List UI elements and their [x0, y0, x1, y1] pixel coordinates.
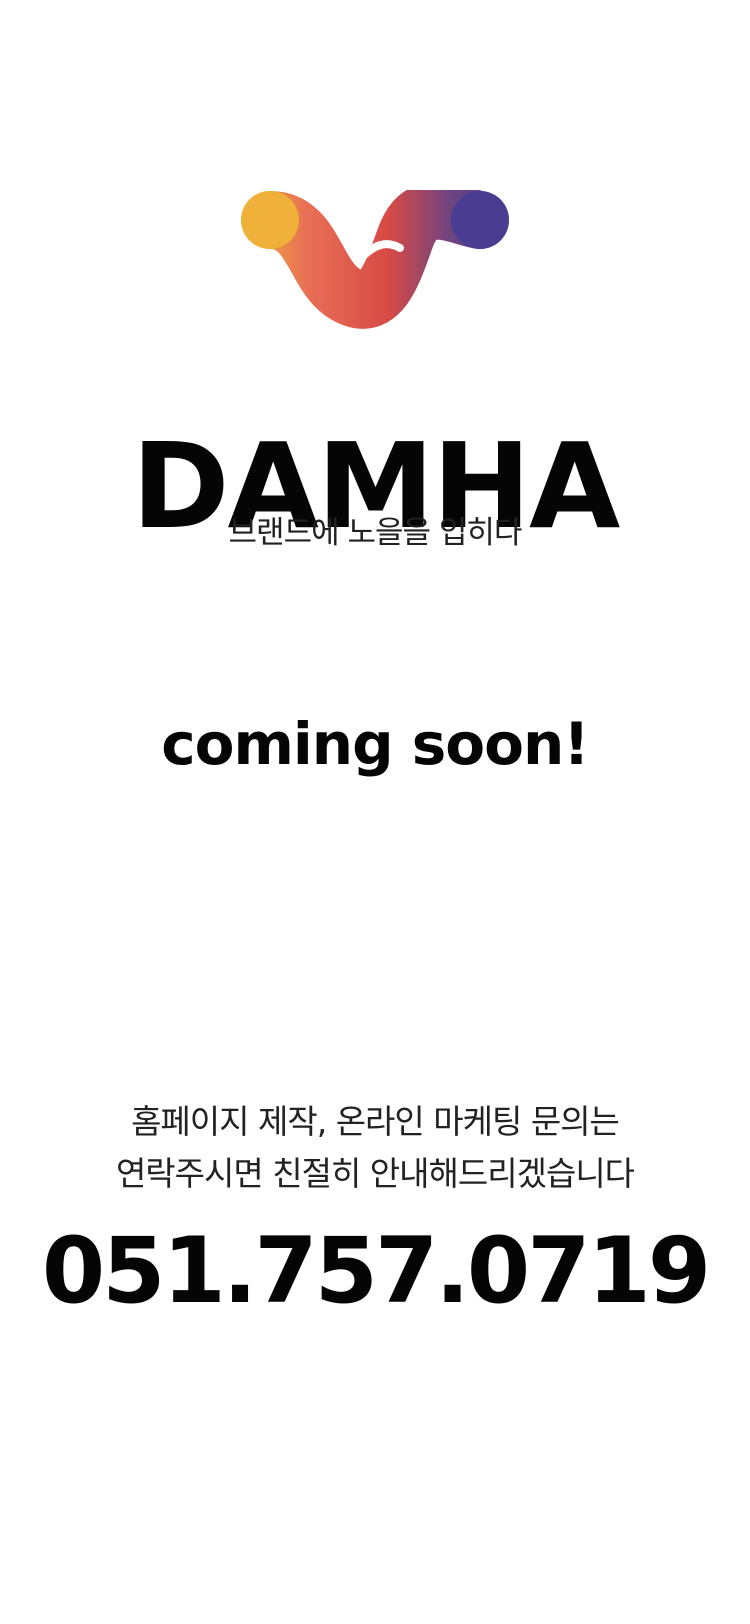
contact-message-line-1: 홈페이지 제작, 온라인 마케팅 문의는	[131, 1102, 620, 1141]
contact-message: 홈페이지 제작, 온라인 마케팅 문의는 연락주시면 친절히 안내해드리겠습니다	[0, 1096, 750, 1200]
coming-soon-heading: coming soon!	[161, 710, 590, 779]
brand-tagline: 브랜드에 노을을 입히다	[228, 515, 523, 551]
damha-wave-logo-icon	[241, 190, 509, 329]
coming-soon-page: DAMHA 브랜드에 노을을 입히다 coming soon! 홈페이지 제작,…	[0, 0, 750, 1624]
contact-message-line-2: 연락주시면 친절히 안내해드리겠습니다	[115, 1154, 635, 1193]
phone-number: 051.757.0719	[41, 1219, 711, 1324]
